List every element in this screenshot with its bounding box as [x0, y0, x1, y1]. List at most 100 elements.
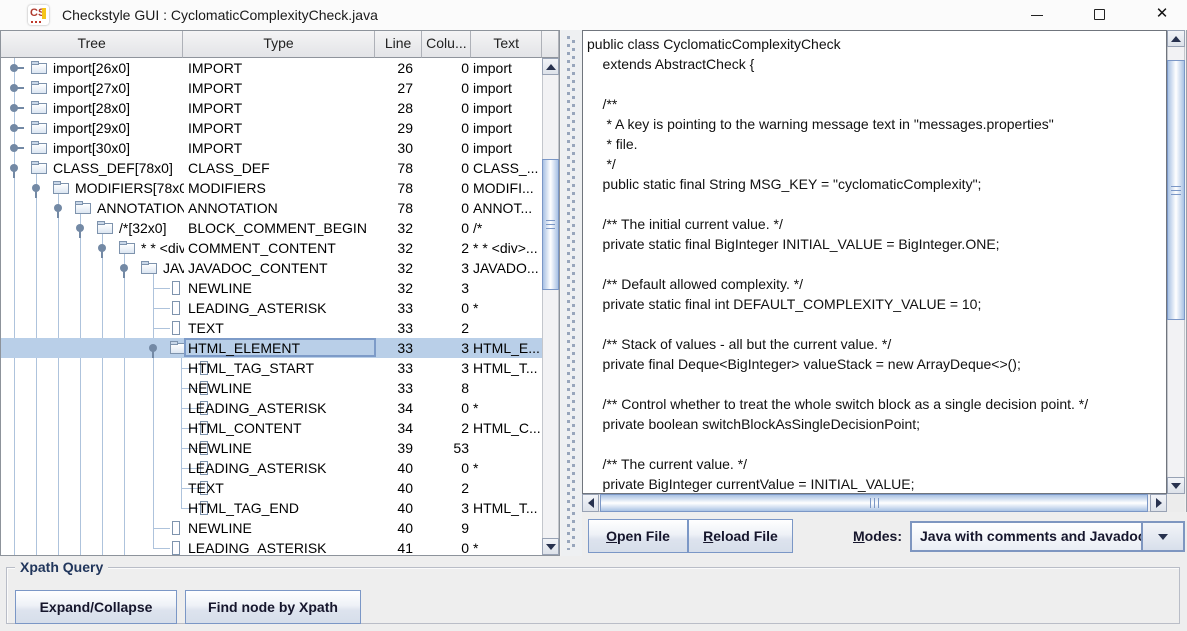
- text-cell: import: [473, 100, 543, 116]
- tree-table-row[interactable]: import[28x0]IMPORT280import: [1, 98, 543, 118]
- find-node-by-xpath-button[interactable]: Find node by Xpath: [185, 590, 361, 624]
- expand-handle-icon[interactable]: [10, 144, 18, 152]
- tree-connector-line: [153, 288, 170, 289]
- maximize-button[interactable]: [1077, 0, 1123, 30]
- scroll-left-button[interactable]: [582, 494, 599, 512]
- expand-handle-icon[interactable]: [10, 64, 18, 72]
- tree-table-row[interactable]: NEWLINE338: [1, 378, 543, 398]
- type-cell: LEADING_ASTERISK: [188, 540, 374, 555]
- column-header-tree[interactable]: Tree: [1, 31, 183, 58]
- collapse-handle-icon[interactable]: [120, 264, 128, 272]
- tree-table-row[interactable]: MODIFIERS[78x0]MODIFIERS780MODIFI...: [1, 178, 543, 198]
- thumb-grip-icon: [870, 498, 880, 508]
- tree-table-row[interactable]: import[26x0]IMPORT260import: [1, 58, 543, 78]
- line-cell: 40: [376, 480, 413, 496]
- scroll-right-button[interactable]: [1150, 494, 1167, 512]
- scroll-up-button[interactable]: [1167, 30, 1185, 47]
- code-line: private BigInteger currentValue = INITIA…: [583, 474, 1166, 494]
- tree-table-row[interactable]: TEXT332: [1, 318, 543, 338]
- scrollbar-thumb[interactable]: [542, 159, 559, 290]
- column-header-text[interactable]: Text: [471, 31, 542, 58]
- expand-handle-icon[interactable]: [10, 124, 18, 132]
- column-cell: 9: [424, 520, 469, 536]
- combo-arrow-button[interactable]: [1141, 523, 1183, 550]
- close-button[interactable]: ✕: [1139, 0, 1185, 30]
- column-cell: 3: [424, 260, 469, 276]
- collapse-handle-icon[interactable]: [32, 184, 40, 192]
- source-code-area[interactable]: public class CyclomaticComplexityCheck e…: [582, 30, 1167, 494]
- titlebar: CS Checkstyle GUI : CyclomaticComplexity…: [0, 0, 1187, 30]
- tree-table-row[interactable]: HTML_TAG_END403HTML_T...: [1, 498, 543, 518]
- column-header-colu[interactable]: Colu...: [422, 31, 471, 58]
- code-line: */: [583, 154, 1166, 174]
- tree-table-row[interactable]: CLASS_DEF[78x0]CLASS_DEF780CLASS_...: [1, 158, 543, 178]
- line-cell: 40: [376, 520, 413, 536]
- tree-table-row[interactable]: HTML_ELEMENT333HTML_E...: [1, 338, 543, 358]
- tree-table-row[interactable]: /*[32x0]BLOCK_COMMENT_BEGIN320/*: [1, 218, 543, 238]
- expand-handle-icon[interactable]: [10, 104, 18, 112]
- tree-table-row[interactable]: LEADING_ASTERISK410*: [1, 538, 543, 555]
- column-cell: 0: [424, 460, 469, 476]
- scrollbar-thumb[interactable]: [600, 494, 1148, 512]
- arrow-down-icon: [546, 544, 556, 550]
- column-cell: 0: [424, 220, 469, 236]
- text-cell: /*: [473, 220, 543, 236]
- tree-table-row[interactable]: TEXT402: [1, 478, 543, 498]
- collapse-handle-icon[interactable]: [10, 164, 18, 172]
- type-cell: JAVADOC_CONTENT: [188, 260, 374, 276]
- tree-table-row[interactable]: HTML_TAG_START333HTML_T...: [1, 358, 543, 378]
- collapse-handle-icon[interactable]: [98, 244, 106, 252]
- tree-table-row[interactable]: import[30x0]IMPORT300import: [1, 138, 543, 158]
- column-cell: 0: [424, 140, 469, 156]
- column-cell: 0: [424, 80, 469, 96]
- table-header: TreeTypeLineColu...Text: [1, 31, 559, 58]
- scroll-down-button[interactable]: [542, 538, 559, 555]
- xpath-group-title: Xpath Query: [15, 559, 108, 575]
- reload-file-button[interactable]: Reload File: [688, 519, 793, 553]
- splitpane-divider[interactable]: [561, 30, 582, 556]
- expand-collapse-button[interactable]: Expand/Collapse: [15, 590, 177, 624]
- minimize-icon: [1031, 15, 1043, 16]
- line-cell: 33: [376, 300, 413, 316]
- collapse-handle-icon[interactable]: [149, 344, 157, 352]
- collapse-handle-icon[interactable]: [54, 204, 62, 212]
- tree-table-row[interactable]: NEWLINE409: [1, 518, 543, 538]
- tree-table-row[interactable]: * * <div>...COMMENT_CONTENT322* * <div>.…: [1, 238, 543, 258]
- minimize-button[interactable]: [1014, 0, 1060, 30]
- line-cell: 27: [376, 80, 413, 96]
- tree-node-label: /*[32x0]: [119, 220, 184, 237]
- tree-table-row[interactable]: NEWLINE3953: [1, 438, 543, 458]
- scroll-up-button[interactable]: [542, 58, 559, 75]
- scroll-down-button[interactable]: [1167, 477, 1185, 494]
- type-cell: TEXT: [188, 480, 374, 496]
- modes-combobox[interactable]: Java with comments and Javadocs: [910, 521, 1185, 552]
- tree-table-row[interactable]: import[29x0]IMPORT290import: [1, 118, 543, 138]
- tree-table-row[interactable]: ANNOTATION[78x0]ANNOTATION780ANNOT...: [1, 198, 543, 218]
- expand-handle-icon[interactable]: [10, 84, 18, 92]
- type-cell: LEADING_ASTERISK: [188, 300, 374, 316]
- column-header-type[interactable]: Type: [183, 31, 374, 58]
- code-line: /** Default allowed complexity. */: [583, 274, 1166, 294]
- column-header-line[interactable]: Line: [375, 31, 423, 58]
- folder-icon: [31, 161, 48, 174]
- line-cell: 34: [376, 420, 413, 436]
- tree-table-row[interactable]: LEADING_ASTERISK340*: [1, 398, 543, 418]
- tree-table-row[interactable]: HTML_CONTENT342HTML_C...: [1, 418, 543, 438]
- tree-table-row[interactable]: JAVADOC_CONTENTJAVADOC_CONTENT323JAVADO.…: [1, 258, 543, 278]
- modes-selected-value: Java with comments and Javadocs: [920, 528, 1153, 544]
- type-cell: NEWLINE: [188, 380, 374, 396]
- text-cell: import: [473, 120, 543, 136]
- tree-table-row[interactable]: LEADING_ASTERISK330*: [1, 298, 543, 318]
- scrollbar-thumb[interactable]: [1167, 60, 1185, 320]
- text-cell: *: [473, 300, 543, 316]
- tree-connector-line: [153, 548, 170, 549]
- tree-table-row[interactable]: NEWLINE323: [1, 278, 543, 298]
- arrow-left-icon: [588, 498, 594, 508]
- tree-table-row[interactable]: import[27x0]IMPORT270import: [1, 78, 543, 98]
- tree-table-row[interactable]: LEADING_ASTERISK400*: [1, 458, 543, 478]
- collapse-handle-icon[interactable]: [76, 224, 84, 232]
- code-line: /**: [583, 94, 1166, 114]
- open-file-button[interactable]: Open File: [588, 519, 688, 553]
- tree-table-body[interactable]: import[26x0]IMPORT260importimport[27x0]I…: [1, 58, 543, 555]
- scrollbar-track[interactable]: [542, 58, 559, 555]
